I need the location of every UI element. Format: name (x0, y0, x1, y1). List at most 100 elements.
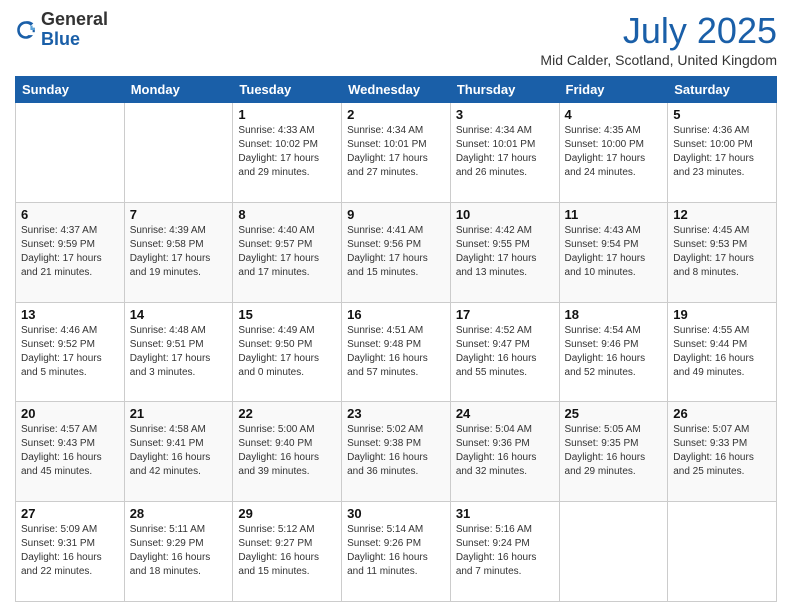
day-info: Sunrise: 4:42 AMSunset: 9:55 PMDaylight:… (456, 224, 554, 280)
calendar-cell: 20 Sunrise: 4:57 AMSunset: 9:43 PMDayligh… (16, 402, 125, 502)
day-number: 25 (565, 406, 663, 421)
day-info: Sunrise: 4:36 AMSunset: 10:00 PMDaylight… (673, 124, 771, 180)
day-info: Sunrise: 5:02 AMSunset: 9:38 PMDaylight:… (347, 423, 445, 479)
day-info: Sunrise: 5:07 AMSunset: 9:33 PMDaylight:… (673, 423, 771, 479)
col-header-tuesday: Tuesday (233, 77, 342, 103)
day-info: Sunrise: 4:57 AMSunset: 9:43 PMDaylight:… (21, 423, 119, 479)
calendar-cell: 1 Sunrise: 4:33 AMSunset: 10:02 PMDayligh… (233, 103, 342, 203)
calendar-cell (16, 103, 125, 203)
header: General Blue July 2025 Mid Calder, Scotl… (15, 10, 777, 68)
day-info: Sunrise: 4:46 AMSunset: 9:52 PMDaylight:… (21, 324, 119, 380)
calendar-cell: 28 Sunrise: 5:11 AMSunset: 9:29 PMDayligh… (124, 502, 233, 602)
day-info: Sunrise: 4:34 AMSunset: 10:01 PMDaylight… (456, 124, 554, 180)
calendar-header-row: SundayMondayTuesdayWednesdayThursdayFrid… (16, 77, 777, 103)
calendar-cell: 14 Sunrise: 4:48 AMSunset: 9:51 PMDayligh… (124, 302, 233, 402)
day-info: Sunrise: 4:58 AMSunset: 9:41 PMDaylight:… (130, 423, 228, 479)
calendar-cell (124, 103, 233, 203)
day-info: Sunrise: 4:41 AMSunset: 9:56 PMDaylight:… (347, 224, 445, 280)
calendar-cell: 23 Sunrise: 5:02 AMSunset: 9:38 PMDayligh… (342, 402, 451, 502)
day-info: Sunrise: 5:16 AMSunset: 9:24 PMDaylight:… (456, 523, 554, 579)
day-number: 15 (238, 307, 336, 322)
day-number: 11 (565, 207, 663, 222)
day-info: Sunrise: 4:55 AMSunset: 9:44 PMDaylight:… (673, 324, 771, 380)
day-info: Sunrise: 4:34 AMSunset: 10:01 PMDaylight… (347, 124, 445, 180)
calendar-table: SundayMondayTuesdayWednesdayThursdayFrid… (15, 76, 777, 602)
col-header-saturday: Saturday (668, 77, 777, 103)
title-block: July 2025 Mid Calder, Scotland, United K… (540, 10, 777, 68)
day-number: 26 (673, 406, 771, 421)
calendar-cell: 25 Sunrise: 5:05 AMSunset: 9:35 PMDayligh… (559, 402, 668, 502)
calendar-cell: 6 Sunrise: 4:37 AMSunset: 9:59 PMDaylight… (16, 202, 125, 302)
calendar-cell: 26 Sunrise: 5:07 AMSunset: 9:33 PMDayligh… (668, 402, 777, 502)
day-number: 24 (456, 406, 554, 421)
calendar-cell: 17 Sunrise: 4:52 AMSunset: 9:47 PMDayligh… (450, 302, 559, 402)
day-number: 18 (565, 307, 663, 322)
day-number: 6 (21, 207, 119, 222)
calendar-cell: 2 Sunrise: 4:34 AMSunset: 10:01 PMDayligh… (342, 103, 451, 203)
calendar-cell: 16 Sunrise: 4:51 AMSunset: 9:48 PMDayligh… (342, 302, 451, 402)
calendar-week-4: 20 Sunrise: 4:57 AMSunset: 9:43 PMDayligh… (16, 402, 777, 502)
day-info: Sunrise: 4:43 AMSunset: 9:54 PMDaylight:… (565, 224, 663, 280)
location: Mid Calder, Scotland, United Kingdom (540, 52, 777, 68)
day-info: Sunrise: 4:49 AMSunset: 9:50 PMDaylight:… (238, 324, 336, 380)
day-info: Sunrise: 4:37 AMSunset: 9:59 PMDaylight:… (21, 224, 119, 280)
day-number: 30 (347, 506, 445, 521)
calendar-cell: 4 Sunrise: 4:35 AMSunset: 10:00 PMDayligh… (559, 103, 668, 203)
day-number: 2 (347, 107, 445, 122)
day-number: 14 (130, 307, 228, 322)
calendar-cell: 27Sunrise: 5:09 AMSunset: 9:31 PMDayligh… (16, 502, 125, 602)
calendar-cell (668, 502, 777, 602)
col-header-sunday: Sunday (16, 77, 125, 103)
day-info: Sunrise: 5:04 AMSunset: 9:36 PMDaylight:… (456, 423, 554, 479)
day-info: Sunrise: 4:48 AMSunset: 9:51 PMDaylight:… (130, 324, 228, 380)
day-number: 4 (565, 107, 663, 122)
calendar-week-3: 13 Sunrise: 4:46 AMSunset: 9:52 PMDayligh… (16, 302, 777, 402)
col-header-wednesday: Wednesday (342, 77, 451, 103)
calendar-cell: 3 Sunrise: 4:34 AMSunset: 10:01 PMDayligh… (450, 103, 559, 203)
day-number: 23 (347, 406, 445, 421)
calendar-cell: 19 Sunrise: 4:55 AMSunset: 9:44 PMDayligh… (668, 302, 777, 402)
day-number: 31 (456, 506, 554, 521)
day-info: Sunrise: 5:00 AMSunset: 9:40 PMDaylight:… (238, 423, 336, 479)
logo-general-text: General (41, 9, 108, 29)
calendar-cell: 5 Sunrise: 4:36 AMSunset: 10:00 PMDayligh… (668, 103, 777, 203)
day-info: Sunrise: 4:52 AMSunset: 9:47 PMDaylight:… (456, 324, 554, 380)
calendar-cell: 24 Sunrise: 5:04 AMSunset: 9:36 PMDayligh… (450, 402, 559, 502)
calendar-cell: 21 Sunrise: 4:58 AMSunset: 9:41 PMDayligh… (124, 402, 233, 502)
calendar-cell: 13 Sunrise: 4:46 AMSunset: 9:52 PMDayligh… (16, 302, 125, 402)
logo-icon (15, 19, 37, 41)
logo: General Blue (15, 10, 108, 50)
day-info: Sunrise: 4:54 AMSunset: 9:46 PMDaylight:… (565, 324, 663, 380)
logo-blue-text: Blue (41, 29, 80, 49)
day-number: 1 (238, 107, 336, 122)
day-number: 7 (130, 207, 228, 222)
day-info: Sunrise: 4:35 AMSunset: 10:00 PMDaylight… (565, 124, 663, 180)
day-number: 3 (456, 107, 554, 122)
day-info: Sunrise: 4:51 AMSunset: 9:48 PMDaylight:… (347, 324, 445, 380)
day-number: 20 (21, 406, 119, 421)
page: General Blue July 2025 Mid Calder, Scotl… (0, 0, 792, 612)
day-info: Sunrise: 5:05 AMSunset: 9:35 PMDaylight:… (565, 423, 663, 479)
month-title: July 2025 (540, 10, 777, 52)
day-number: 21 (130, 406, 228, 421)
day-number: 5 (673, 107, 771, 122)
day-number: 12 (673, 207, 771, 222)
day-number: 29 (238, 506, 336, 521)
day-number: 19 (673, 307, 771, 322)
day-number: 17 (456, 307, 554, 322)
calendar-cell: 9Sunrise: 4:41 AMSunset: 9:56 PMDaylight… (342, 202, 451, 302)
day-number: 16 (347, 307, 445, 322)
day-info: Sunrise: 5:11 AMSunset: 9:29 PMDaylight:… (130, 523, 228, 579)
day-number: 13 (21, 307, 119, 322)
calendar-cell: 12 Sunrise: 4:45 AMSunset: 9:53 PMDayligh… (668, 202, 777, 302)
day-info: Sunrise: 5:12 AMSunset: 9:27 PMDaylight:… (238, 523, 336, 579)
calendar-week-2: 6 Sunrise: 4:37 AMSunset: 9:59 PMDaylight… (16, 202, 777, 302)
day-info: Sunrise: 4:33 AMSunset: 10:02 PMDaylight… (238, 124, 336, 180)
calendar-cell: 15 Sunrise: 4:49 AMSunset: 9:50 PMDayligh… (233, 302, 342, 402)
calendar-cell: 10Sunrise: 4:42 AMSunset: 9:55 PMDayligh… (450, 202, 559, 302)
day-info: Sunrise: 5:14 AMSunset: 9:26 PMDaylight:… (347, 523, 445, 579)
day-info: Sunrise: 4:45 AMSunset: 9:53 PMDaylight:… (673, 224, 771, 280)
day-number: 28 (130, 506, 228, 521)
calendar-week-1: 1 Sunrise: 4:33 AMSunset: 10:02 PMDayligh… (16, 103, 777, 203)
calendar-cell: 18 Sunrise: 4:54 AMSunset: 9:46 PMDayligh… (559, 302, 668, 402)
